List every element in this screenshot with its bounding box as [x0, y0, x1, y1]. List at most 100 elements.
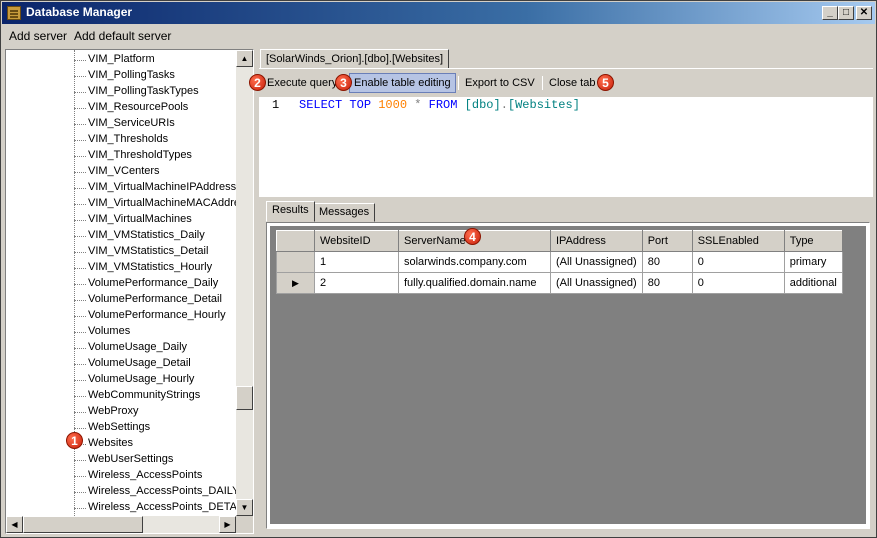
- tree-item[interactable]: VIM_VMStatistics_Hourly: [6, 260, 236, 276]
- tree-item[interactable]: VolumeUsage_Hourly: [6, 372, 236, 388]
- callout-marker-1: 1: [66, 432, 83, 449]
- tree-item-label: WebCommunityStrings: [88, 389, 201, 401]
- scroll-down-arrow-icon[interactable]: ▼: [236, 499, 253, 516]
- tree-connector: [74, 364, 86, 365]
- query-tab[interactable]: [SolarWinds_Orion].[dbo].[Websites]: [260, 49, 450, 69]
- column-header-sslenabled[interactable]: SSLEnabled: [691, 230, 785, 252]
- column-header-ipaddress[interactable]: IPAddress: [550, 230, 643, 252]
- sql-keyword-top: TOP: [349, 98, 372, 112]
- maximize-button[interactable]: □: [838, 6, 854, 20]
- tab-messages[interactable]: Messages: [313, 203, 376, 222]
- current-row-arrow-icon[interactable]: ▶: [276, 272, 315, 294]
- tree-connector: [74, 220, 86, 221]
- tree-horizontal-scrollbar[interactable]: ◀ ▶: [6, 516, 236, 533]
- tree-item[interactable]: WebCommunityStrings: [6, 388, 236, 404]
- window-title: Database Manager: [26, 5, 133, 19]
- cell-ipaddress[interactable]: (All Unassigned): [550, 251, 643, 273]
- table-row[interactable]: 1 solarwinds.company.com (All Unassigned…: [276, 251, 843, 273]
- tree-item[interactable]: VIM_VMStatistics_Daily: [6, 228, 236, 244]
- row-selector[interactable]: [276, 251, 315, 273]
- scroll-right-arrow-icon[interactable]: ▶: [219, 516, 236, 533]
- cell-port[interactable]: 80: [641, 251, 693, 273]
- tree-item[interactable]: Websites: [6, 436, 236, 452]
- query-editor-area: Execute query Enable table editing Expor…: [259, 68, 873, 199]
- tree-item[interactable]: VolumePerformance_Hourly: [6, 308, 236, 324]
- tree-item-label: Websites: [88, 437, 134, 449]
- horizontal-scroll-thumb[interactable]: [23, 516, 143, 533]
- table-tree-panel: VIM_Platform VIM_PollingTasks VIM_PollingT…: [5, 49, 254, 534]
- tree-item[interactable]: VolumePerformance_Detail: [6, 292, 236, 308]
- tree-item[interactable]: VolumeUsage_Daily: [6, 340, 236, 356]
- tree-item[interactable]: Wireless_AccessPoints_DETAI: [6, 500, 240, 516]
- tree-item[interactable]: VIM_Thresholds: [6, 132, 236, 148]
- cell-servername[interactable]: fully.qualified.domain.name: [398, 272, 551, 294]
- tree-connector: [74, 92, 86, 93]
- tree-connector: [74, 60, 86, 61]
- close-tab-button[interactable]: Close tab: [545, 73, 599, 93]
- tree-item-label: WebSettings: [88, 421, 151, 433]
- tree-item[interactable]: VIM_ResourcePools: [6, 100, 236, 116]
- scroll-left-arrow-icon[interactable]: ◀: [6, 516, 23, 533]
- tree-item-label: VIM_ThresholdTypes: [88, 149, 192, 161]
- enable-table-editing-button[interactable]: Enable table editing: [349, 73, 456, 93]
- cell-websiteid[interactable]: 2: [314, 272, 399, 294]
- tree-connector: [74, 268, 86, 269]
- tree-item[interactable]: VIM_VMStatistics_Detail: [6, 244, 236, 260]
- tree-item[interactable]: WebSettings: [6, 420, 236, 436]
- tree-item-label: Wireless_AccessPoints_DETAI: [88, 501, 241, 513]
- execute-query-button[interactable]: Execute query: [263, 73, 341, 93]
- tree-item[interactable]: Volumes: [6, 324, 236, 340]
- scroll-thumb[interactable]: [236, 386, 253, 410]
- cell-ipaddress[interactable]: (All Unassigned): [550, 272, 643, 294]
- add-default-server-menu[interactable]: Add default server: [74, 29, 171, 43]
- sql-editor[interactable]: 1 SELECT TOP 1000 * FROM [dbo].[Websites…: [259, 97, 873, 197]
- tree-item[interactable]: VIM_VirtualMachineMACAddre: [6, 196, 240, 212]
- tab-results[interactable]: Results: [266, 201, 315, 222]
- add-server-menu[interactable]: Add server: [9, 29, 67, 43]
- tree-item[interactable]: WebProxy: [6, 404, 236, 420]
- tree-item[interactable]: Wireless_AccessPoints: [6, 468, 236, 484]
- scroll-corner: [236, 516, 253, 533]
- cell-servername[interactable]: solarwinds.company.com: [398, 251, 551, 273]
- toolbar-separator: [458, 76, 459, 90]
- column-header-port[interactable]: Port: [641, 230, 693, 252]
- column-header-type[interactable]: Type: [783, 230, 843, 252]
- tree-item[interactable]: VIM_ThresholdTypes: [6, 148, 236, 164]
- cell-websiteid[interactable]: 1: [314, 251, 399, 273]
- cell-type[interactable]: primary: [783, 251, 843, 273]
- tree-connector: [74, 140, 86, 141]
- tree-item[interactable]: VolumeUsage_Detail: [6, 356, 236, 372]
- tree-item[interactable]: VIM_VCenters: [6, 164, 236, 180]
- table-row[interactable]: ▶ 2 fully.qualified.domain.name (All Una…: [276, 272, 843, 294]
- column-header-websiteid[interactable]: WebsiteID: [314, 230, 399, 252]
- export-csv-button[interactable]: Export to CSV: [461, 73, 539, 93]
- tree-item[interactable]: VIM_PollingTasks: [6, 68, 236, 84]
- sql-keyword-from: FROM: [428, 98, 458, 112]
- tree-item[interactable]: VIM_PollingTaskTypes: [6, 84, 236, 100]
- cell-port[interactable]: 80: [641, 272, 693, 294]
- tree-item[interactable]: VIM_VirtualMachines: [6, 212, 236, 228]
- cell-type[interactable]: additional: [783, 272, 843, 294]
- cell-sslenabled[interactable]: 0: [691, 272, 785, 294]
- sql-star: *: [414, 98, 422, 112]
- tree-item[interactable]: Wireless_AccessPoints_DAILY: [6, 484, 239, 500]
- tree-connector: [74, 124, 86, 125]
- tree-connector: [74, 172, 86, 173]
- scroll-up-arrow-icon[interactable]: ▲: [236, 50, 253, 67]
- tree-item[interactable]: VIM_VirtualMachineIPAddresse: [6, 180, 242, 196]
- title-bar[interactable]: Database Manager _ □ ✕: [2, 2, 875, 24]
- tree-item[interactable]: VolumePerformance_Daily: [6, 276, 236, 292]
- minimize-button[interactable]: _: [822, 6, 838, 20]
- tree-item[interactable]: VIM_Platform: [6, 52, 236, 68]
- tree-connector: [74, 492, 86, 493]
- tree-item[interactable]: VIM_ServiceURIs: [6, 116, 236, 132]
- tree-item-label: VIM_VMStatistics_Hourly: [88, 261, 213, 273]
- tree-item-label: WebProxy: [88, 405, 139, 417]
- sql-table: [Websites]: [507, 98, 580, 112]
- sql-query-text[interactable]: SELECT TOP 1000 * FROM [dbo].[Websites]: [299, 98, 580, 112]
- tree-item[interactable]: WebUserSettings: [6, 452, 236, 468]
- cell-sslenabled[interactable]: 0: [691, 251, 785, 273]
- close-button[interactable]: ✕: [856, 6, 872, 20]
- tree-vertical-scrollbar[interactable]: ▲ ▼: [236, 50, 253, 516]
- callout-marker-5: 5: [597, 74, 614, 91]
